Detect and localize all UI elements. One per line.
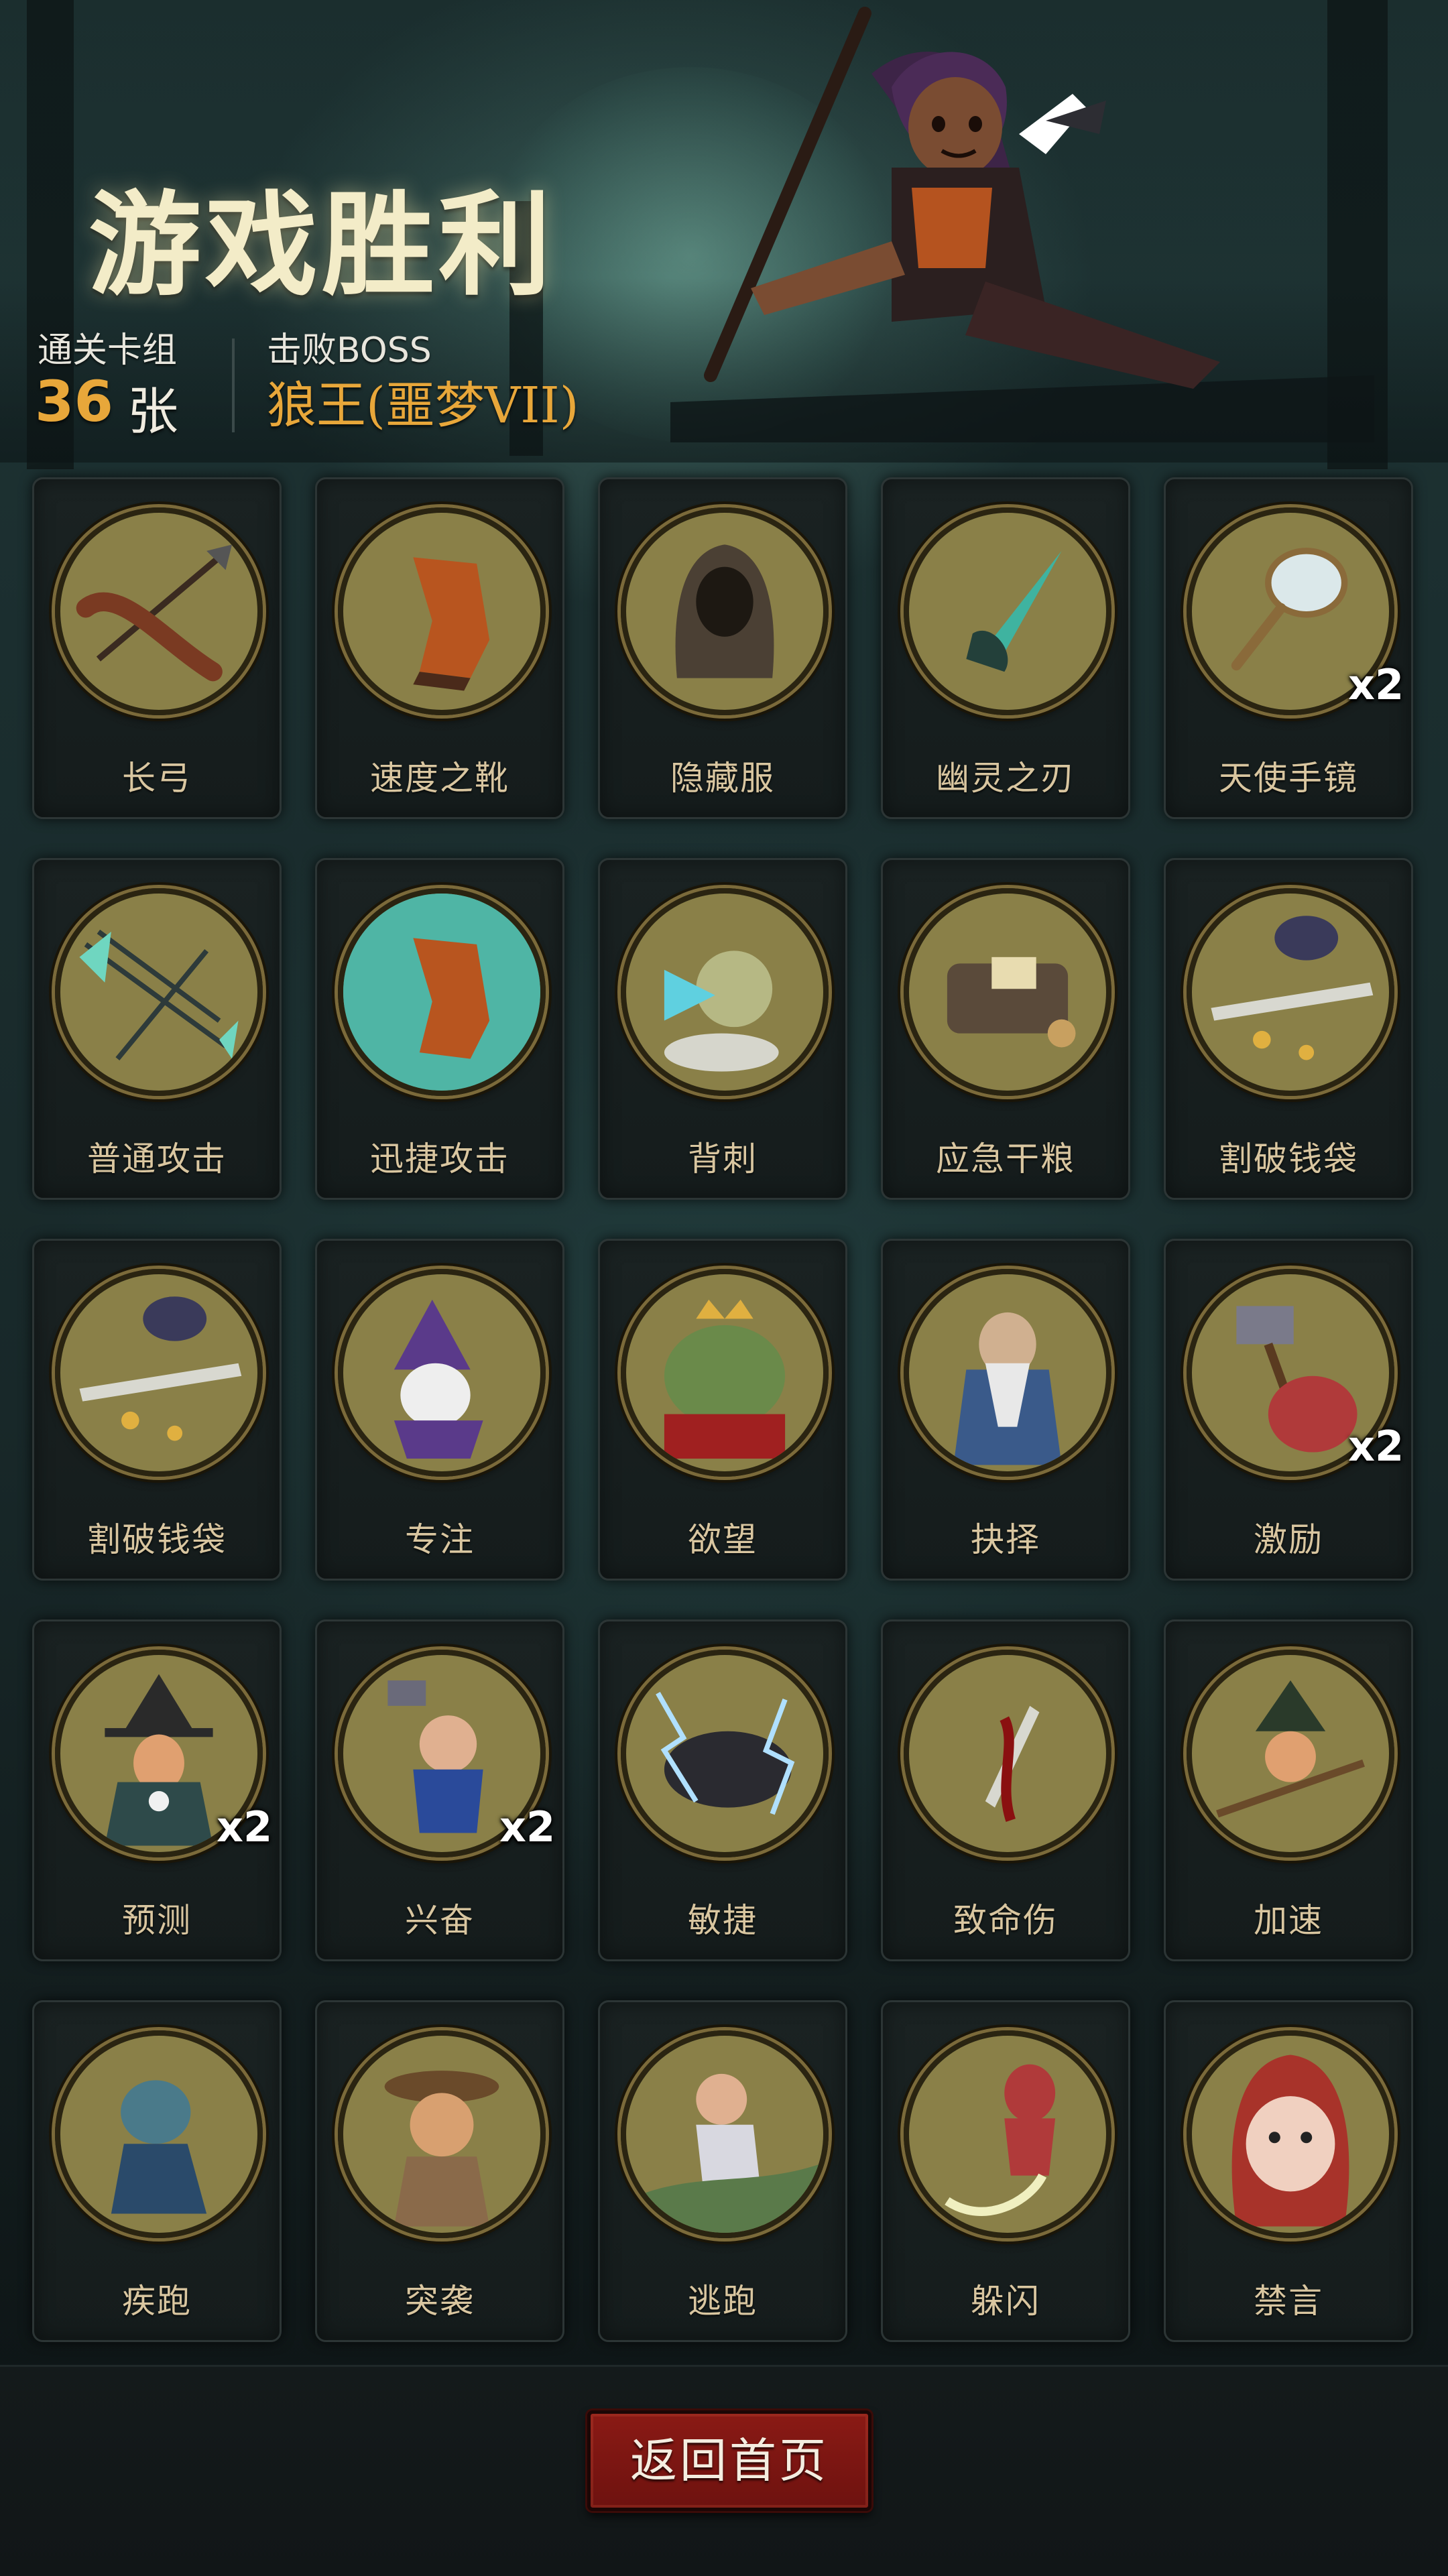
card-name: 迅捷攻击 xyxy=(370,1140,509,1178)
deck-card[interactable]: 隐藏服 xyxy=(598,477,847,819)
card-name: 长弓 xyxy=(122,759,192,798)
deck-card[interactable]: 幽灵之刃 xyxy=(881,477,1130,819)
card-name: 应急干粮 xyxy=(936,1140,1075,1178)
return-home-button[interactable]: 返回首页 xyxy=(587,2410,871,2511)
running-wolf-icon xyxy=(55,2030,263,2238)
card-count-badge: x2 xyxy=(1348,1422,1404,1471)
card-name: 突袭 xyxy=(405,2282,475,2321)
deck-card[interactable]: 预测 x2 xyxy=(32,1619,282,1961)
arrow-volley-icon xyxy=(55,888,263,1096)
emergency-rations-icon xyxy=(904,888,1111,1096)
deck-card[interactable]: 天使手镜 x2 xyxy=(1164,477,1413,819)
deck-card[interactable]: 敏捷 xyxy=(598,1619,847,1961)
card-name: 天使手镜 xyxy=(1219,759,1358,798)
deck-card[interactable]: 迅捷攻击 xyxy=(315,858,564,1200)
cut-purse-icon xyxy=(55,1269,263,1477)
deck-card[interactable]: 抉择 xyxy=(881,1239,1130,1581)
lightning-panther-icon xyxy=(621,1650,829,1857)
card-name: 背刺 xyxy=(688,1140,758,1178)
deck-card[interactable]: 加速 xyxy=(1164,1619,1413,1961)
backstab-icon xyxy=(621,888,829,1096)
deck-card[interactable]: 激励 x2 xyxy=(1164,1239,1413,1581)
stat-divider xyxy=(232,339,235,432)
card-count-badge: x2 xyxy=(217,1802,273,1851)
card-name: 速度之靴 xyxy=(370,759,509,798)
greedy-toad-king-icon xyxy=(621,1269,829,1477)
deck-label: 通关卡组 xyxy=(38,330,178,371)
deck-card[interactable]: 致命伤 xyxy=(881,1619,1130,1961)
broom-witch-icon xyxy=(1187,1650,1394,1857)
dodging-hood-icon xyxy=(904,2030,1111,2238)
deck-card[interactable]: 欲望 xyxy=(598,1239,847,1581)
card-name: 普通攻击 xyxy=(87,1140,227,1178)
card-name: 割破钱袋 xyxy=(1219,1140,1358,1178)
deck-card[interactable]: 割破钱袋 xyxy=(32,1239,282,1581)
card-name: 躲闪 xyxy=(971,2282,1040,2321)
card-name: 欲望 xyxy=(688,1520,758,1559)
deck-card[interactable]: 疾跑 xyxy=(32,2000,282,2342)
boss-name: 狼王(噩梦VII) xyxy=(267,377,579,434)
card-name: 疾跑 xyxy=(122,2282,192,2321)
silence-red-hood-icon xyxy=(1187,2030,1394,2238)
card-count-badge: x2 xyxy=(1348,660,1404,709)
deck-card[interactable]: 背刺 xyxy=(598,858,847,1200)
bloody-dagger-icon xyxy=(904,1650,1111,1857)
deck-count: 36 xyxy=(35,369,113,434)
victory-title: 游戏胜利 xyxy=(88,178,555,311)
card-name: 加速 xyxy=(1254,1901,1323,1940)
card-name: 隐藏服 xyxy=(670,759,775,798)
deck-card[interactable]: 禁言 xyxy=(1164,2000,1413,2342)
card-name: 致命伤 xyxy=(953,1901,1058,1940)
ambush-bandit-icon xyxy=(338,2030,546,2238)
cut-purse-icon xyxy=(1187,888,1394,1096)
swift-boot-strike-icon xyxy=(338,888,546,1096)
hooded-cloak-icon xyxy=(621,507,829,715)
old-sage-icon xyxy=(904,1269,1111,1477)
deck-card[interactable]: 突袭 xyxy=(315,2000,564,2342)
deck-card[interactable]: 专注 xyxy=(315,1239,564,1581)
longbow-icon xyxy=(55,507,263,715)
card-name: 抉择 xyxy=(971,1520,1040,1559)
card-name: 专注 xyxy=(405,1520,475,1559)
deck-card[interactable]: 应急干粮 xyxy=(881,858,1130,1200)
deck-card[interactable]: 普通攻击 xyxy=(32,858,282,1200)
deck-card-grid: 长弓 速度之靴 隐藏服 幽灵之刃 天使手镜 x2 普通攻击 迅捷攻击 背刺 应急干粮 割破钱袋 割破钱… xyxy=(32,477,1416,2342)
card-name: 割破钱袋 xyxy=(87,1520,227,1559)
card-name: 激励 xyxy=(1254,1520,1323,1559)
card-name: 幽灵之刃 xyxy=(936,759,1075,798)
deck-card[interactable]: 长弓 xyxy=(32,477,282,819)
deck-card[interactable]: 躲闪 xyxy=(881,2000,1130,2342)
card-name: 预测 xyxy=(122,1901,192,1940)
card-name: 禁言 xyxy=(1254,2282,1323,2321)
hunter-hero-illustration xyxy=(670,7,1374,442)
card-name: 敏捷 xyxy=(688,1901,758,1940)
deck-card[interactable]: 逃跑 xyxy=(598,2000,847,2342)
ghost-blade-icon xyxy=(904,507,1111,715)
boss-label: 击败BOSS xyxy=(267,330,432,371)
speed-boots-icon xyxy=(338,507,546,715)
wizard-focus-icon xyxy=(338,1269,546,1477)
deck-card[interactable]: 兴奋 x2 xyxy=(315,1619,564,1961)
deck-card[interactable]: 割破钱袋 xyxy=(1164,858,1413,1200)
card-count-badge: x2 xyxy=(499,1802,556,1851)
fleeing-boy-icon xyxy=(621,2030,829,2238)
card-name: 逃跑 xyxy=(688,2282,758,2321)
deck-card[interactable]: 速度之靴 xyxy=(315,477,564,819)
deck-unit: 张 xyxy=(127,381,178,441)
card-name: 兴奋 xyxy=(405,1901,475,1940)
